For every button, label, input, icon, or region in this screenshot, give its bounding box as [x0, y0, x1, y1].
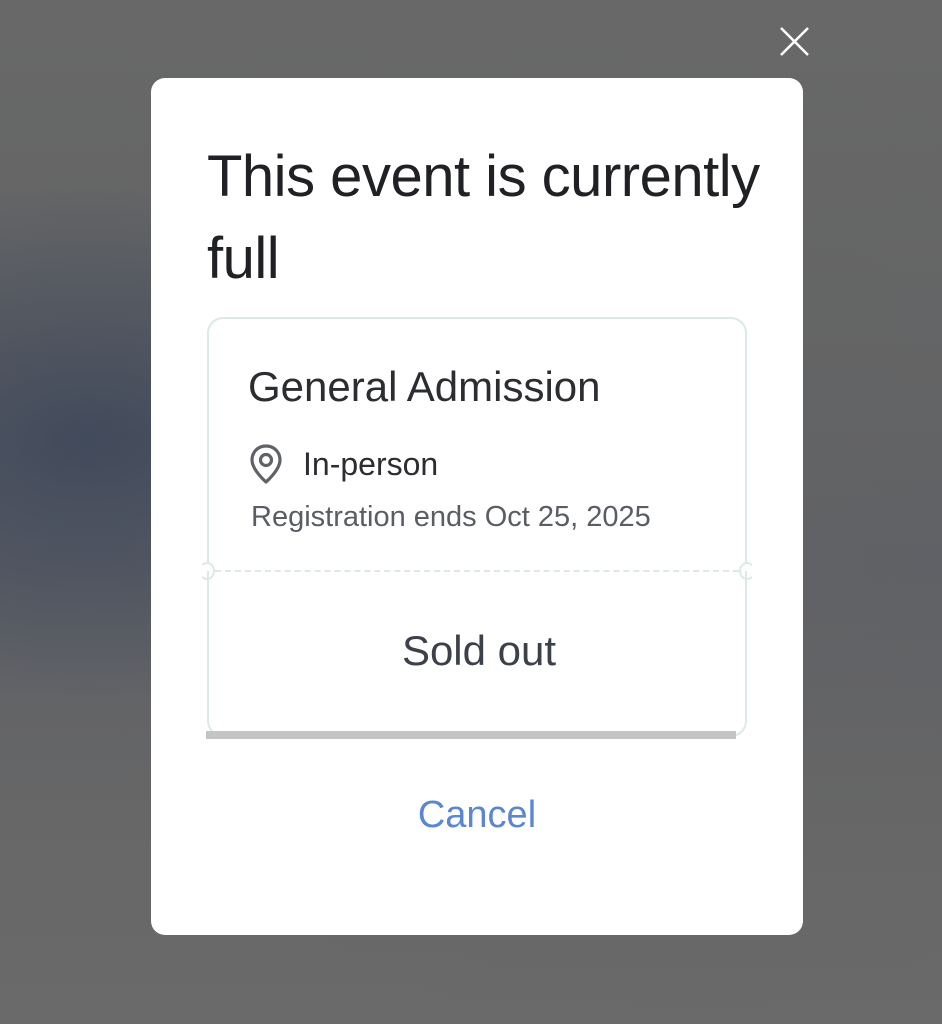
close-icon — [780, 27, 809, 56]
location-label: In-person — [303, 445, 439, 482]
sold-out-status: Sold out — [401, 627, 557, 674]
registration-deadline: Registration ends Oct 25, 2025 — [251, 501, 651, 533]
ticket-status-area: Sold out — [207, 571, 747, 737]
dialog-title: This event is currently full — [207, 144, 760, 291]
event-full-dialog: This event is currently full General Adm… — [151, 78, 803, 935]
ticket-name: General Admission — [248, 363, 601, 410]
cancel-button[interactable]: Cancel — [151, 794, 803, 837]
ticket-details: General Admission In-person Registration… — [207, 317, 747, 571]
location-pin-icon — [250, 444, 282, 484]
ticket-shadow-bar — [206, 731, 736, 739]
ticket-card: General Admission In-person Registration… — [199, 317, 755, 737]
location-row: In-person — [247, 443, 438, 485]
close-button[interactable] — [774, 22, 814, 62]
